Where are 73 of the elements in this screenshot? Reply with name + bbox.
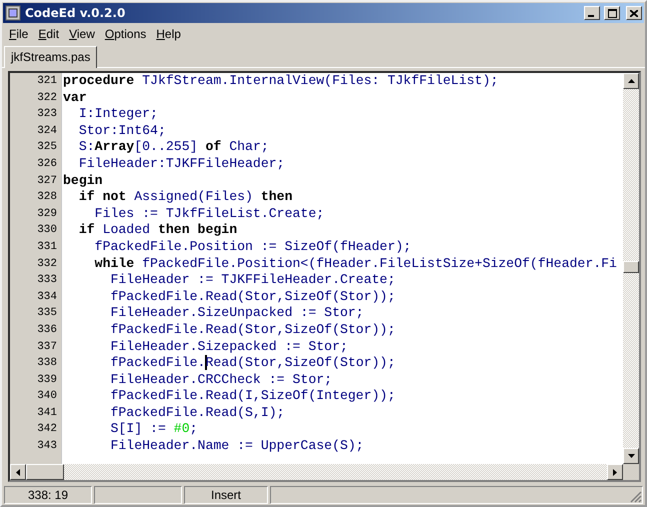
window-title: CodeEd v.0.2.0	[25, 6, 126, 20]
status-panel: Insert	[184, 486, 268, 504]
line-number: 332	[36, 256, 58, 272]
up-arrow-icon	[628, 79, 634, 83]
menu-item[interactable]: File	[4, 26, 34, 40]
code-line: S[I] := #0;	[109, 421, 199, 438]
left-arrow-icon	[16, 468, 20, 476]
file-tab[interactable]: jkfStreams.pas	[4, 46, 98, 68]
code-line: S:Array[0..255] of Char;	[78, 139, 270, 156]
close-button[interactable]	[626, 6, 642, 20]
line-number: 340	[36, 389, 58, 404]
code-line: fPackedFile.Read(Stor,SizeOf(Stor));	[109, 322, 396, 338]
code-line: fPackedFile.Position := SizeOf(fHeader);	[94, 238, 412, 256]
minimize-button[interactable]	[584, 6, 600, 20]
maximize-icon	[608, 8, 616, 18]
code-line: FileHeader := TJKFFileHeader.Create;	[109, 272, 396, 289]
line-number: 328	[36, 190, 58, 206]
menu-item[interactable]: Options	[100, 26, 152, 40]
line-number: 323	[36, 107, 58, 122]
vertical-scrollbar[interactable]	[623, 73, 639, 464]
code-line: FileHeader.Sizepacked := Stor;	[109, 338, 349, 356]
status-panel: 338: 19	[4, 486, 92, 504]
menu-item[interactable]: View	[64, 26, 100, 40]
line-number: 334	[36, 290, 58, 305]
line-number: 335	[36, 306, 58, 322]
line-number: 326	[36, 156, 58, 172]
line-number: 330	[36, 223, 58, 238]
line-number: 343	[36, 439, 58, 454]
code-line: if not Assigned(Files) then	[78, 189, 294, 206]
code-line: I:Integer;	[78, 106, 159, 123]
scroll-down-button[interactable]	[623, 448, 639, 464]
close-icon	[630, 10, 638, 16]
menu-item[interactable]: Help	[151, 26, 186, 40]
line-number: 322	[36, 90, 58, 106]
scroll-thumb[interactable]	[26, 464, 64, 480]
line-number: 341	[36, 406, 58, 421]
code-line: FileHeader.Name := UpperCase(S);	[109, 438, 365, 455]
line-number: 336	[36, 322, 58, 338]
code-line: if Loaded then begin	[78, 222, 238, 239]
code-line: Stor:Int64;	[78, 122, 167, 140]
code-line: var	[63, 90, 88, 106]
scroll-up-button[interactable]	[623, 73, 639, 89]
line-number: 324	[36, 124, 58, 139]
line-number: 321	[36, 74, 58, 89]
code-area[interactable]	[62, 73, 623, 464]
line-number: 337	[36, 340, 58, 354]
down-arrow-icon	[628, 454, 634, 458]
menu-item[interactable]: Edit	[33, 26, 64, 40]
code-line: FileHeader.CRCCheck := Stor;	[109, 372, 334, 388]
code-line: fPackedFile.Read(I,SizeOf(Integer));	[109, 388, 396, 405]
maximize-button[interactable]	[604, 6, 620, 20]
code-line: Files := TJkfFileList.Create;	[94, 206, 326, 222]
code-line: FileHeader.SizeUnpacked := Stor;	[109, 305, 365, 322]
right-arrow-icon	[613, 468, 617, 476]
line-number: 327	[36, 174, 58, 189]
code-line: begin	[63, 172, 104, 190]
horizontal-scrollbar[interactable]	[10, 464, 623, 480]
code-line: while fPackedFile.Position<(fHeader.FileListSize+SizeOf(fHeader.Fi	[94, 256, 618, 272]
line-number: 342	[36, 422, 58, 438]
scroll-left-button[interactable]	[10, 464, 26, 480]
line-number: 329	[36, 206, 58, 222]
code-line: fPackedFile.Read(S,I);	[109, 404, 286, 422]
line-number: 339	[36, 372, 58, 388]
scroll-thumb[interactable]	[623, 261, 639, 273]
line-number: 331	[36, 240, 58, 255]
line-number: 338	[36, 356, 58, 372]
line-number: 325	[36, 140, 58, 156]
app-icon	[5, 5, 21, 21]
code-line: FileHeader:TJKFFileHeader;	[78, 156, 286, 173]
code-line: procedure TJkfStream.InternalView(Files: TJkfFileList);	[63, 73, 500, 90]
code-line: fPackedFile.Read(Stor,SizeOf(Stor));	[109, 288, 396, 306]
scroll-right-button[interactable]	[607, 464, 623, 480]
line-number: 333	[36, 273, 58, 288]
